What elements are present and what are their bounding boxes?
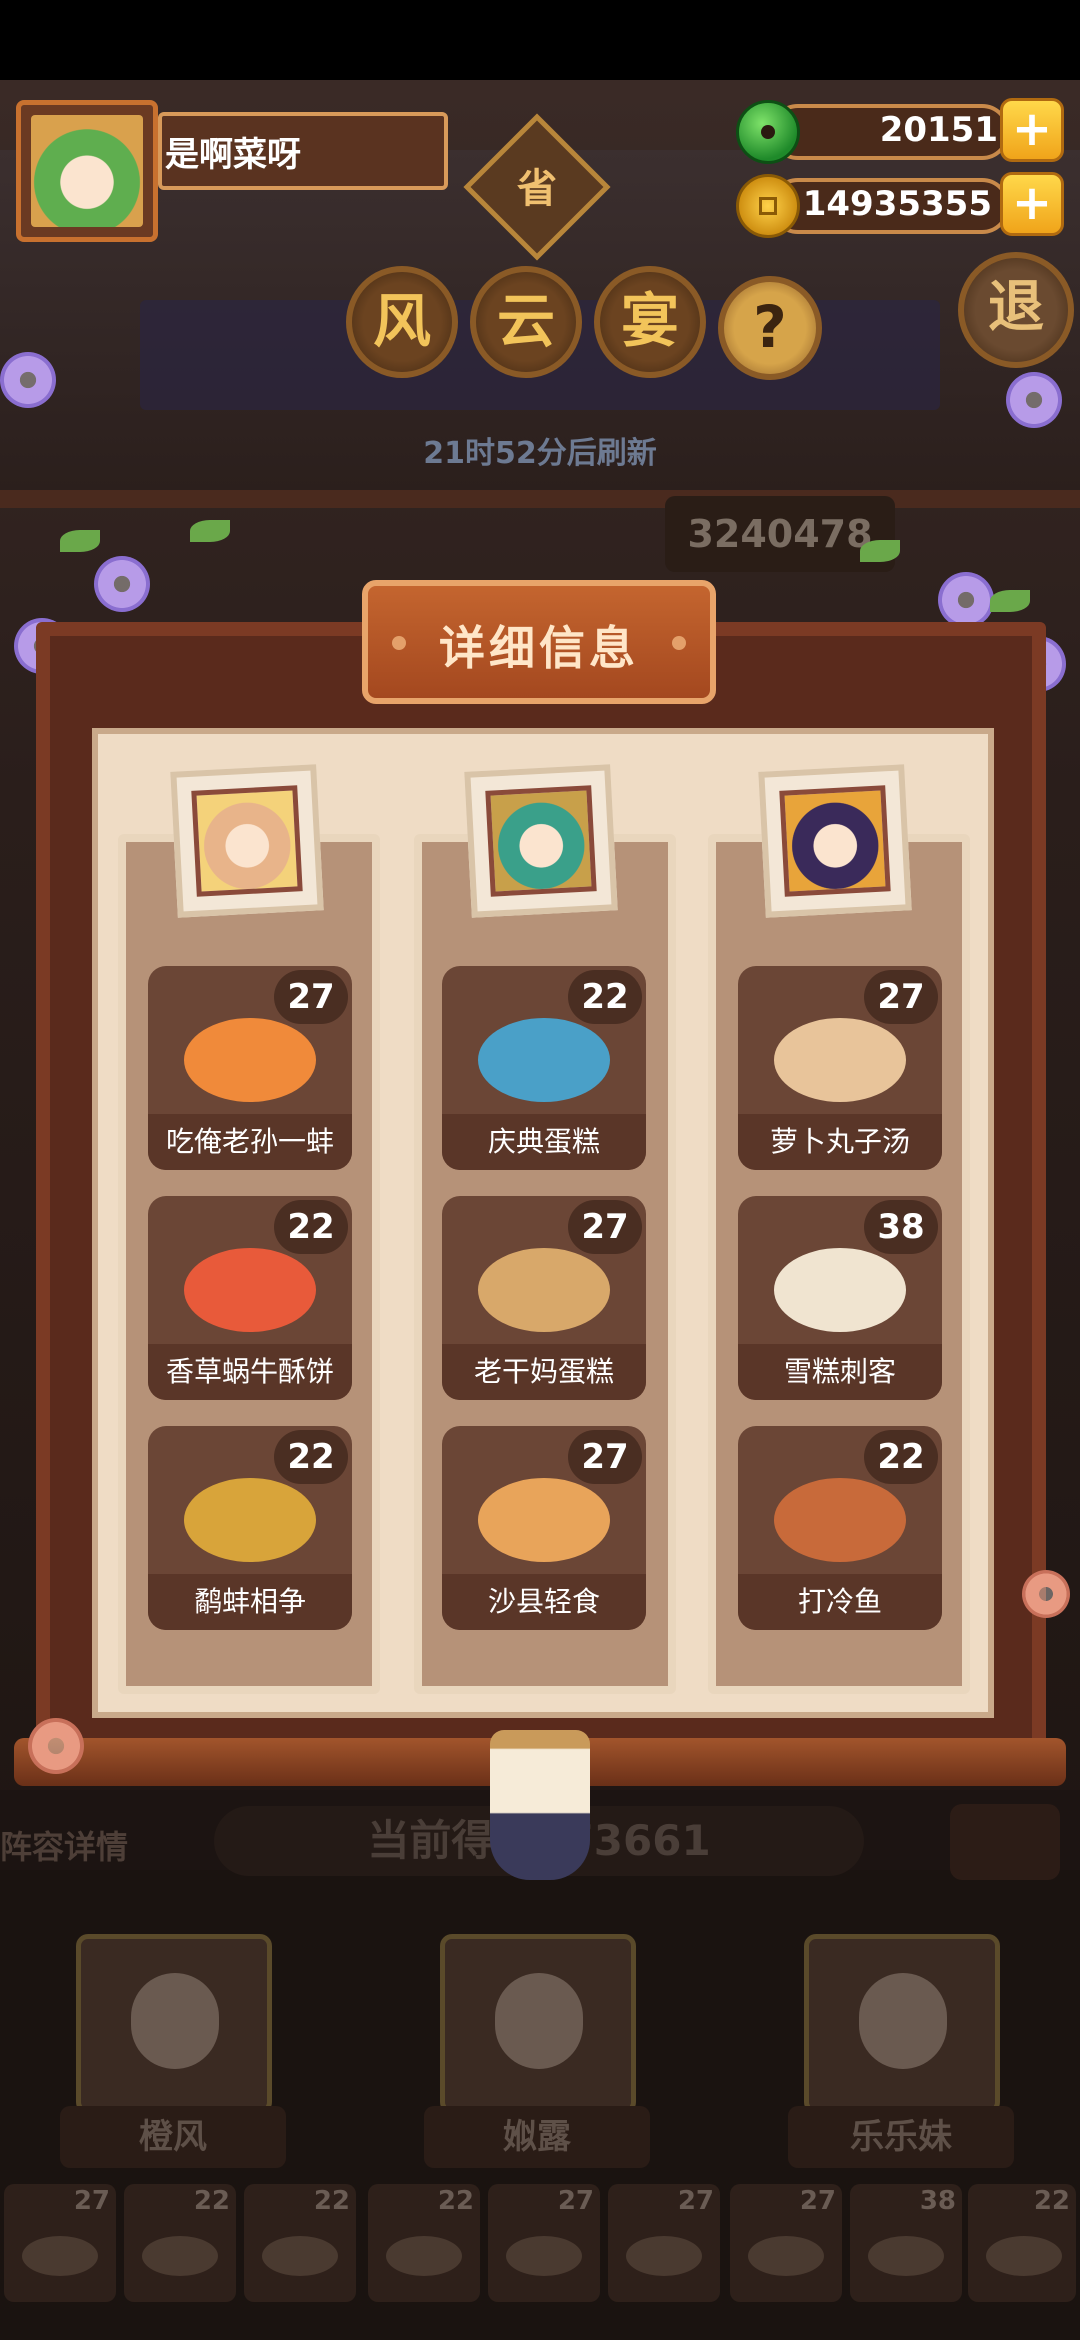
dish-name: 打冷鱼 (738, 1574, 942, 1630)
add-coins-button[interactable]: + (1000, 172, 1064, 236)
dish-level: 27 (274, 970, 348, 1024)
dish-level: 27 (568, 1430, 642, 1484)
hero-portrait (464, 764, 618, 918)
dish-image (478, 1478, 610, 1562)
dish-image (184, 1478, 316, 1562)
flower-decoration (1022, 1570, 1070, 1618)
status-bar (0, 0, 1080, 80)
hero-portrait (170, 764, 324, 918)
mini-dish-slot[interactable]: 27 (488, 2184, 600, 2302)
character-name: 乐乐妹 (788, 2106, 1014, 2168)
dish-image (774, 1478, 906, 1562)
character-card[interactable] (440, 1934, 636, 2114)
mini-dish-slot[interactable]: 22 (368, 2184, 480, 2302)
player-avatar[interactable] (16, 100, 158, 242)
mini-dish-level: 22 (1033, 2186, 1070, 2216)
dish-card[interactable]: 22 香草蜗牛酥饼 (148, 1196, 352, 1400)
hero-portrait (758, 764, 912, 918)
mini-dish-level: 27 (557, 2186, 594, 2216)
dish-card[interactable]: 27 萝卜丸子汤 (738, 966, 942, 1170)
dish-name: 吃俺老孙一蚌 (148, 1114, 352, 1170)
jade-amount: 20151 (879, 110, 998, 150)
dish-name: 雪糕刺客 (738, 1344, 942, 1400)
dish-card[interactable]: 38 雪糕刺客 (738, 1196, 942, 1400)
jade-icon (736, 100, 800, 164)
mini-dish-slot[interactable]: 27 (730, 2184, 842, 2302)
mini-dish-slot[interactable]: 38 (850, 2184, 962, 2302)
mini-dish-level: 38 (919, 2186, 956, 2216)
refresh-timer: 21时52分后刷新 (423, 436, 657, 471)
exit-button[interactable]: 退 (958, 252, 1074, 368)
mini-dish-slot[interactable]: 22 (968, 2184, 1076, 2302)
dish-level: 22 (864, 1430, 938, 1484)
dish-image (478, 1248, 610, 1332)
dish-name: 萝卜丸子汤 (738, 1114, 942, 1170)
leaf-decoration (190, 520, 230, 542)
dish-level: 22 (274, 1200, 348, 1254)
flower-decoration (94, 556, 150, 612)
panel-title: 详细信息 (439, 621, 639, 675)
dish-level: 38 (864, 1200, 938, 1254)
mini-dish-slot[interactable]: 27 (608, 2184, 720, 2302)
mini-dish-slot[interactable]: 22 (124, 2184, 236, 2302)
title-badge-feng: 风 (346, 266, 458, 378)
dish-image (184, 1248, 316, 1332)
leaf-decoration (860, 540, 900, 562)
flower-decoration (1006, 372, 1062, 428)
character-card[interactable] (804, 1934, 1000, 2114)
dish-level: 27 (864, 970, 938, 1024)
dish-level: 22 (274, 1430, 348, 1484)
flower-decoration (0, 352, 56, 408)
mini-dish-level: 22 (313, 2186, 350, 2216)
dish-image (184, 1018, 316, 1102)
dish-card[interactable]: 27 沙县轻食 (442, 1426, 646, 1630)
title-badge-yan: 宴 (594, 266, 706, 378)
mini-dish-level: 22 (437, 2186, 474, 2216)
tassel-ornament (490, 1730, 590, 1880)
mini-dish-level: 27 (73, 2186, 110, 2216)
flower-decoration (28, 1718, 84, 1774)
dish-name: 鹬蚌相争 (148, 1574, 352, 1630)
mini-dish-slot[interactable]: 22 (244, 2184, 356, 2302)
dish-name: 庆典蛋糕 (442, 1114, 646, 1170)
dish-level: 22 (568, 970, 642, 1024)
dish-name: 沙县轻食 (442, 1574, 646, 1630)
leaf-decoration (60, 530, 100, 552)
help-button[interactable]: ? (718, 276, 822, 380)
coin-icon (736, 174, 800, 238)
character-name: 娰露 (424, 2106, 650, 2168)
lineup-details-button[interactable]: 阵容详情 (0, 1822, 128, 1868)
character-name: 橙风 (60, 2106, 286, 2168)
flower-decoration (938, 572, 994, 628)
dish-image (478, 1018, 610, 1102)
dish-name: 老干妈蛋糕 (442, 1344, 646, 1400)
dish-level: 27 (568, 1200, 642, 1254)
player-name: 是啊菜呀 (165, 135, 301, 175)
dish-card[interactable]: 22 打冷鱼 (738, 1426, 942, 1630)
dish-card[interactable]: 27 老干妈蛋糕 (442, 1196, 646, 1400)
bottom-action-button[interactable] (950, 1804, 1060, 1880)
province-badge-label: 省 (517, 166, 557, 212)
leaf-decoration (990, 590, 1030, 612)
dish-name: 香草蜗牛酥饼 (148, 1344, 352, 1400)
character-card[interactable] (76, 1934, 272, 2114)
mini-dish-slot[interactable]: 27 (4, 2184, 116, 2302)
dish-card[interactable]: 22 庆典蛋糕 (442, 966, 646, 1170)
title-badge-yun: 云 (470, 266, 582, 378)
dish-card[interactable]: 27 吃俺老孙一蚌 (148, 966, 352, 1170)
dish-card[interactable]: 22 鹬蚌相争 (148, 1426, 352, 1630)
dish-image (774, 1018, 906, 1102)
add-jade-button[interactable]: + (1000, 98, 1064, 162)
mini-dish-level: 22 (193, 2186, 230, 2216)
dish-image (774, 1248, 906, 1332)
mini-dish-level: 27 (799, 2186, 836, 2216)
mini-dish-level: 27 (677, 2186, 714, 2216)
